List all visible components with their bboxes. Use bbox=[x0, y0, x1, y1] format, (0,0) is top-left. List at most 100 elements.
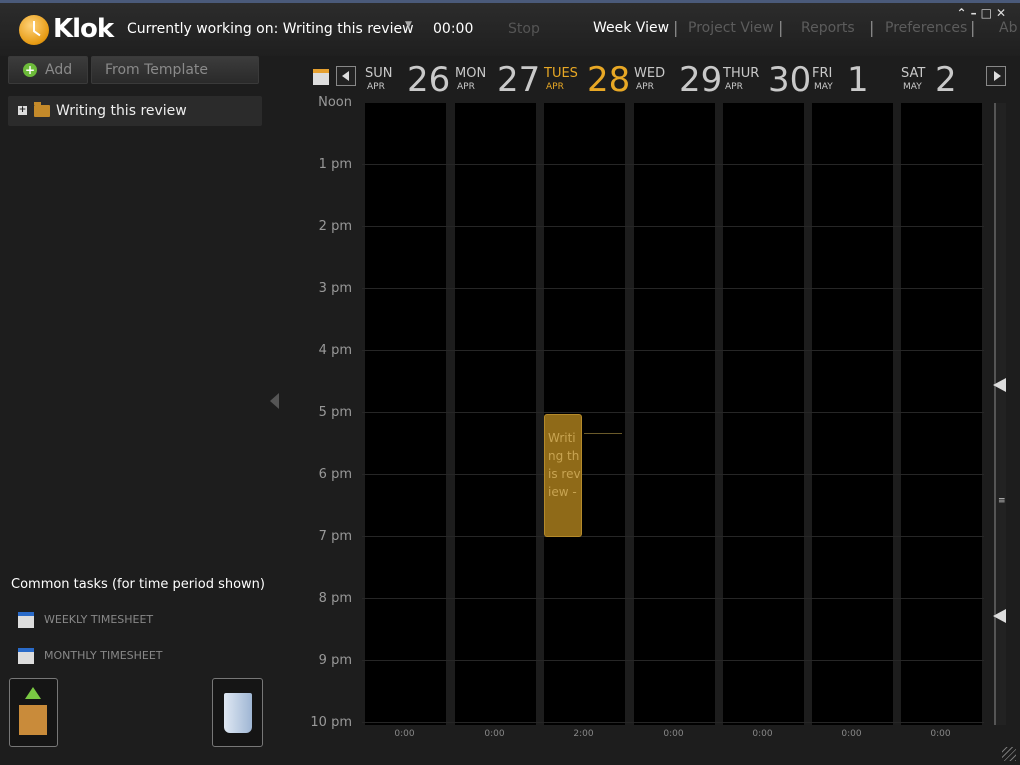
day-column[interactable] bbox=[901, 103, 982, 725]
stop-button[interactable]: Stop bbox=[508, 21, 540, 37]
minimize-icon[interactable]: – bbox=[971, 6, 981, 20]
nav-divider: | bbox=[970, 18, 976, 37]
week-grid[interactable] bbox=[362, 103, 984, 725]
day-column[interactable] bbox=[723, 103, 804, 725]
trash-button[interactable] bbox=[212, 678, 263, 747]
day-name: FRI bbox=[812, 66, 833, 81]
close-icon[interactable]: ✕ bbox=[996, 6, 1010, 20]
nav-divider: | bbox=[673, 18, 679, 37]
day-total: 0:00 bbox=[930, 729, 951, 739]
day-month: APR bbox=[367, 82, 385, 92]
scroll-handle-bottom[interactable] bbox=[993, 609, 1006, 623]
time-label: 1 pm bbox=[318, 157, 352, 172]
chevron-down-icon[interactable]: ▼ bbox=[405, 20, 412, 30]
hour-gridline bbox=[362, 722, 984, 723]
nav-divider: | bbox=[778, 18, 784, 37]
weekly-timesheet-label: WEEKLY TIMESHEET bbox=[44, 613, 154, 626]
day-number: 28 bbox=[587, 60, 631, 100]
hour-gridline bbox=[362, 598, 984, 599]
event-connector bbox=[584, 433, 622, 434]
day-name: WED bbox=[634, 66, 666, 81]
trash-icon bbox=[224, 693, 252, 733]
day-number: 29 bbox=[679, 60, 723, 100]
day-month: APR bbox=[546, 82, 564, 92]
time-entry-title: Writing this review - bbox=[548, 431, 581, 499]
day-total: 0:00 bbox=[663, 729, 684, 739]
time-label: 4 pm bbox=[318, 343, 352, 358]
day-total: 0:00 bbox=[484, 729, 505, 739]
from-template-button[interactable]: From Template bbox=[91, 56, 259, 84]
export-button[interactable] bbox=[9, 678, 58, 747]
add-project-button[interactable]: + Add bbox=[8, 56, 88, 84]
tab-week-view[interactable]: Week View bbox=[593, 20, 669, 36]
grip-icon[interactable]: ≡ bbox=[998, 496, 1006, 506]
expand-icon[interactable]: + bbox=[18, 106, 27, 115]
hour-gridline bbox=[362, 474, 984, 475]
day-number: 26 bbox=[407, 60, 451, 100]
window-controls[interactable]: ⌃–□✕ bbox=[957, 6, 1010, 20]
day-month: APR bbox=[725, 82, 743, 92]
time-label: 10 pm bbox=[310, 715, 352, 730]
day-total: 2:00 bbox=[573, 729, 594, 739]
project-list-item[interactable]: + Writing this review bbox=[8, 96, 262, 126]
arrow-right-icon bbox=[994, 71, 1001, 81]
hour-gridline bbox=[362, 288, 984, 289]
calendar-weekly-icon bbox=[18, 612, 34, 628]
day-month: APR bbox=[457, 82, 475, 92]
tab-about[interactable]: Ab bbox=[999, 20, 1017, 36]
time-label: 6 pm bbox=[318, 467, 352, 482]
tab-project-view[interactable]: Project View bbox=[688, 20, 774, 36]
next-week-button[interactable] bbox=[986, 66, 1006, 86]
hour-gridline bbox=[362, 350, 984, 351]
day-number: 1 bbox=[847, 60, 869, 100]
day-name: SAT bbox=[901, 66, 926, 81]
package-icon bbox=[19, 705, 47, 735]
time-label: 7 pm bbox=[318, 529, 352, 544]
nav-divider: | bbox=[869, 18, 875, 37]
day-column[interactable] bbox=[365, 103, 446, 725]
day-name: MON bbox=[455, 66, 487, 81]
tab-reports[interactable]: Reports bbox=[801, 20, 855, 36]
day-number: 30 bbox=[768, 60, 812, 100]
previous-week-button[interactable] bbox=[336, 66, 356, 86]
day-number: 2 bbox=[935, 60, 957, 100]
maximize-icon[interactable]: □ bbox=[981, 6, 996, 20]
project-name: Writing this review bbox=[56, 103, 187, 119]
hour-gridline bbox=[362, 164, 984, 165]
time-entry-block[interactable]: Writing this review - bbox=[544, 414, 582, 537]
timer-display: 00:00 bbox=[433, 21, 474, 37]
day-column[interactable] bbox=[634, 103, 715, 725]
day-column[interactable] bbox=[455, 103, 536, 725]
scroll-handle-top[interactable] bbox=[993, 378, 1006, 392]
current-task-label[interactable]: Currently working on: Writing this revie… bbox=[127, 21, 414, 37]
time-label: 9 pm bbox=[318, 653, 352, 668]
day-month: APR bbox=[636, 82, 654, 92]
day-name: THUR bbox=[723, 66, 760, 81]
time-label: 5 pm bbox=[318, 405, 352, 420]
collapse-icon[interactable]: ⌃ bbox=[957, 6, 971, 20]
plus-icon: + bbox=[23, 63, 37, 77]
day-number: 27 bbox=[497, 60, 541, 100]
day-month: MAY bbox=[903, 82, 922, 92]
day-month: MAY bbox=[814, 82, 833, 92]
time-label: 2 pm bbox=[318, 219, 352, 234]
common-tasks-heading: Common tasks (for time period shown) bbox=[11, 577, 265, 592]
hour-gridline bbox=[362, 660, 984, 661]
hour-gridline bbox=[362, 536, 984, 537]
add-label: Add bbox=[45, 62, 73, 78]
folder-icon bbox=[34, 102, 50, 117]
calendar-icon[interactable] bbox=[313, 69, 329, 85]
calendar-monthly-icon bbox=[18, 648, 34, 664]
tab-preferences[interactable]: Preferences bbox=[885, 20, 967, 36]
hour-gridline bbox=[362, 226, 984, 227]
time-label: 8 pm bbox=[318, 591, 352, 606]
monthly-timesheet-label: MONTHLY TIMESHEET bbox=[44, 649, 163, 662]
resize-grip-icon[interactable] bbox=[1002, 747, 1016, 761]
hour-gridline bbox=[362, 412, 984, 413]
collapse-sidebar-icon[interactable] bbox=[270, 393, 279, 409]
app-logo-text: Klok bbox=[53, 14, 114, 44]
day-total: 0:00 bbox=[394, 729, 415, 739]
day-column[interactable] bbox=[812, 103, 893, 725]
zoom-scrollbar[interactable] bbox=[994, 103, 1006, 725]
klok-logo-icon bbox=[19, 15, 49, 45]
